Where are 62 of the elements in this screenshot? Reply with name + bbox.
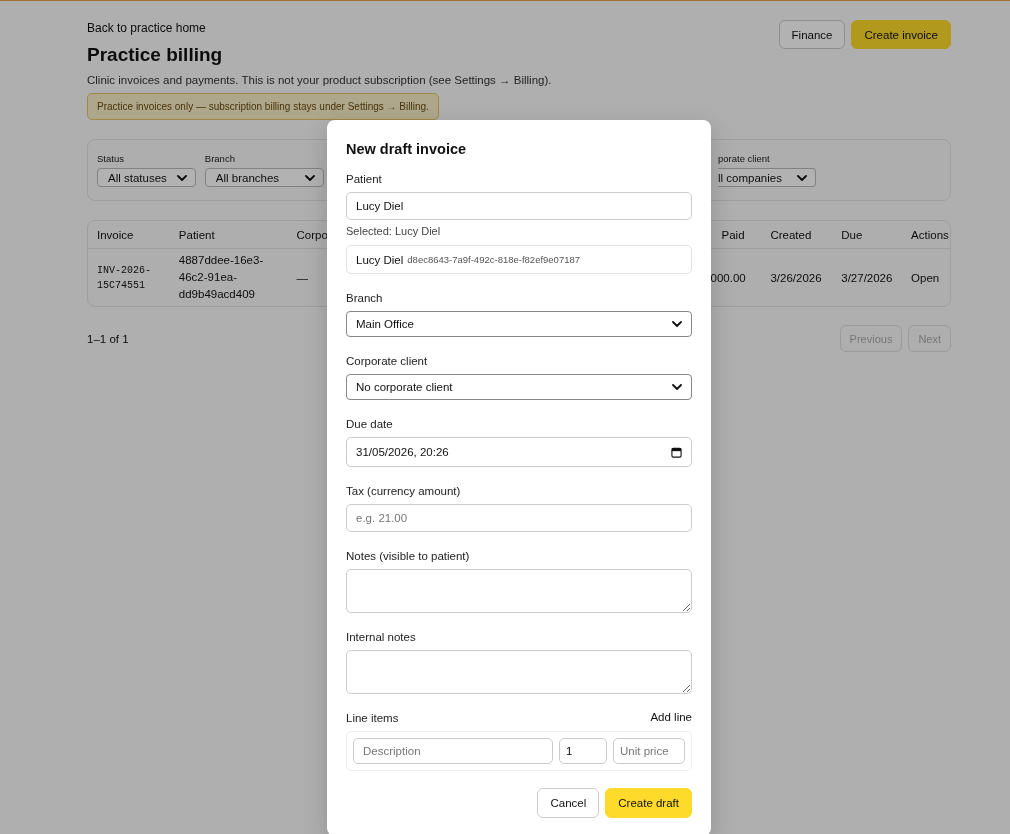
calendar-icon[interactable] <box>671 446 682 458</box>
field-label: Patient <box>346 172 383 186</box>
caret-icon <box>797 174 807 181</box>
description-field[interactable]: Description <box>353 738 553 764</box>
selection-note: Selected: Lucy Diel <box>346 225 442 238</box>
dialog-title: New draft invoice <box>346 140 468 158</box>
select-value: No corporate client <box>356 381 453 393</box>
line-items-label: Line items <box>346 711 399 725</box>
filter-label: Branch <box>204 153 236 164</box>
patient-id: d8ec8643-7a9f-492c-818e-f82ef9e07187 <box>407 254 581 265</box>
column-header: Paid <box>720 228 746 241</box>
column-header: Due <box>840 228 864 241</box>
table-cell-text: 3/26/2026 <box>769 271 823 284</box>
table-cell-text: — <box>295 271 310 284</box>
notes-field[interactable] <box>346 650 692 694</box>
tax-field[interactable]: e.g. 21.00 <box>346 504 692 532</box>
create-draft-button[interactable]: Create draft <box>605 788 692 818</box>
filter-select[interactable]: ll companies <box>718 168 816 187</box>
column-header: Actions <box>910 228 950 241</box>
table-cell-text: 3/27/2026 <box>840 271 894 284</box>
quantity-field[interactable]: 1 <box>559 738 607 764</box>
select-value: Main Office <box>356 318 414 330</box>
column-header: Patient <box>177 228 216 241</box>
column-header: Corpo <box>295 228 328 241</box>
filter-select[interactable]: All statuses <box>97 168 196 187</box>
table-cell-text: INV-2026-15C74551 <box>96 263 152 293</box>
caret-icon <box>672 384 682 390</box>
table-cell-text: 000.00 <box>710 271 747 284</box>
open-link[interactable]: Open <box>902 271 950 284</box>
field-label: Due date <box>346 417 394 431</box>
finance-button[interactable]: Finance <box>778 20 846 49</box>
select-field[interactable]: No corporate client <box>346 374 692 400</box>
cancel-button[interactable]: Cancel <box>537 788 600 818</box>
filter-select[interactable]: All branches <box>204 168 324 187</box>
field-label: Internal notes <box>346 630 417 644</box>
field-label: Notes (visible to patient) <box>346 549 471 563</box>
column-header: Created <box>769 228 813 241</box>
notice-banner: Practice invoices only — subscription billing stays under Settings → Billing. <box>87 93 439 120</box>
page-title: Practice billing <box>87 44 223 66</box>
field-label: Branch <box>346 291 384 305</box>
caret-icon <box>304 174 315 181</box>
date-field[interactable]: 31/05/2026, 20:26 <box>346 437 692 467</box>
field-label: Tax (currency amount) <box>346 484 462 498</box>
select-field[interactable]: Main Office <box>346 311 692 337</box>
table-cell-text: 4887ddee-16e3-46c2-91ea-dd9b49acd409 <box>177 253 265 302</box>
back-link[interactable]: Back to practice home <box>87 20 206 36</box>
date-value: 31/05/2026, 20:26 <box>356 446 449 458</box>
filter-label: Status <box>97 153 125 164</box>
caret-icon <box>672 321 682 327</box>
unit-price-field[interactable]: Unit price <box>613 738 685 764</box>
notes-field[interactable] <box>346 569 692 613</box>
page-subtitle: Clinic invoices and payments. This is not your product subscription (see Settings → Billing). <box>87 73 552 88</box>
patient-name: Lucy Diel <box>356 253 404 266</box>
create-invoice-button[interactable]: Create invoice <box>851 20 951 49</box>
add-line-link[interactable]: Add line <box>650 711 692 731</box>
pagination-summary: 1–1 of 1 <box>87 332 129 345</box>
caret-icon <box>176 174 187 181</box>
filter-label: porate client <box>718 153 771 164</box>
patient-option[interactable]: Lucy Diel d8ec8643-7a9f-492c-818e-f82ef9e07187 <box>346 245 692 274</box>
field-label: Corporate client <box>346 354 429 368</box>
patient-field[interactable]: Lucy Diel <box>346 192 692 220</box>
column-header: Invoice <box>96 228 135 241</box>
